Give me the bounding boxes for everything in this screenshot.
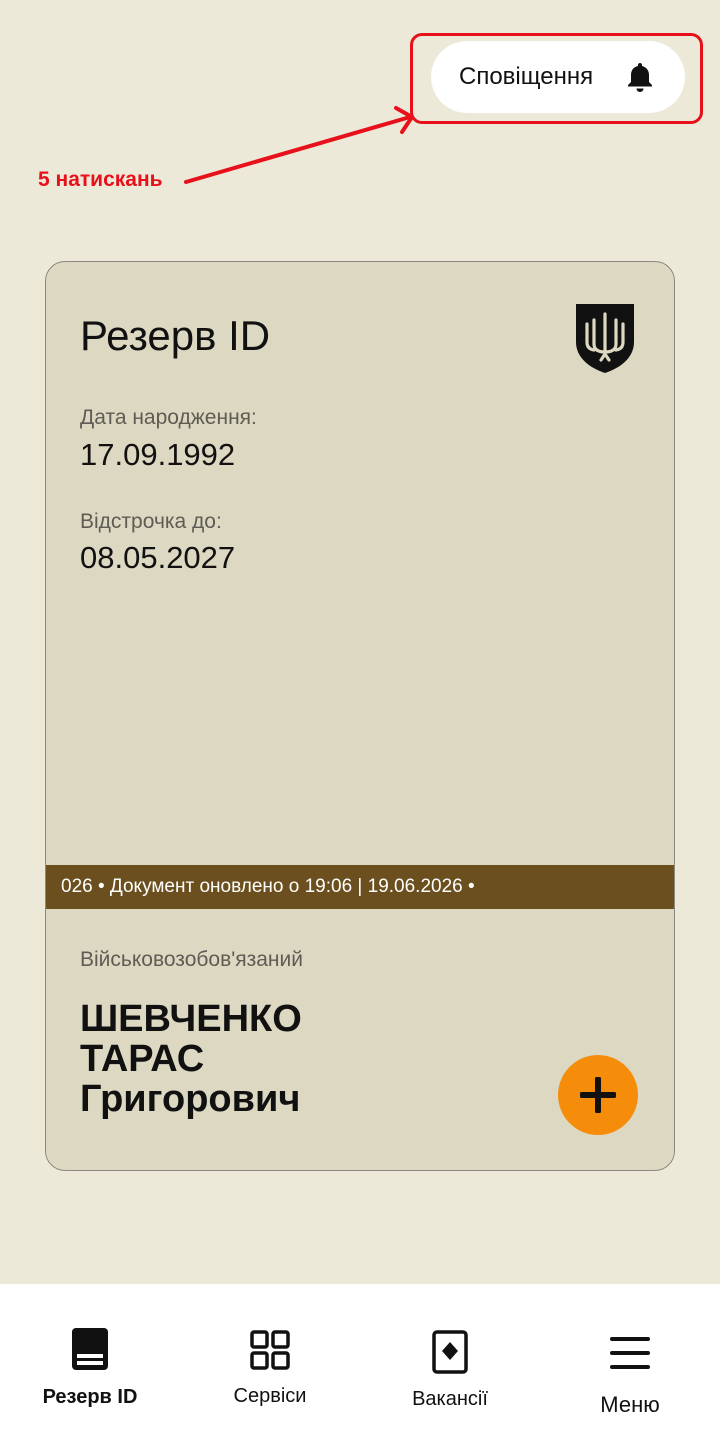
nav-label-reserve-id: Резерв ID xyxy=(42,1386,138,1408)
card-title: Резерв ID xyxy=(80,312,271,359)
birth-date-label: Дата народження: xyxy=(80,406,257,429)
nav-label-vacancies: Вакансії xyxy=(412,1388,488,1410)
deferral-value: 08.05.2027 xyxy=(80,540,236,575)
status-label: Військовозобов'язаний xyxy=(80,948,303,971)
trident-emblem-icon xyxy=(576,304,634,373)
nav-item-services[interactable]: Сервіси xyxy=(180,1284,360,1446)
document-icon xyxy=(72,1328,108,1370)
bottom-navigation: Резерв ID Сервіси Вакансії Меню xyxy=(0,1284,720,1446)
update-ticker: 026 • Документ оновлено о 19:06 | 19.06.… xyxy=(46,865,674,909)
vacancy-icon xyxy=(432,1330,468,1374)
nav-item-reserve-id[interactable]: Резерв ID xyxy=(0,1284,180,1446)
surname: ШЕВЧЕНКО xyxy=(80,998,302,1040)
first-name: ТАРАС xyxy=(80,1038,205,1080)
reserve-id-card[interactable]: Резерв ID Дата народження: 17.09.1992 Ві… xyxy=(45,261,675,1171)
grid-icon xyxy=(250,1330,290,1370)
nav-label-menu: Меню xyxy=(600,1392,660,1417)
nav-item-menu[interactable]: Меню xyxy=(540,1284,720,1446)
birth-date-value: 17.09.1992 xyxy=(80,437,236,472)
annotation-label: 5 натискань xyxy=(38,168,163,191)
patronymic: Григорович xyxy=(80,1078,301,1120)
add-button[interactable] xyxy=(558,1055,638,1135)
ticker-text: 026 • Документ оновлено о 19:06 | 19.06.… xyxy=(61,876,475,897)
plus-icon xyxy=(580,1077,616,1113)
nav-item-vacancies[interactable]: Вакансії xyxy=(360,1284,540,1446)
nav-label-services: Сервіси xyxy=(233,1385,307,1407)
deferral-label: Відстрочка до: xyxy=(80,510,222,533)
menu-icon xyxy=(610,1337,650,1369)
annotation-highlight-box xyxy=(410,33,703,124)
